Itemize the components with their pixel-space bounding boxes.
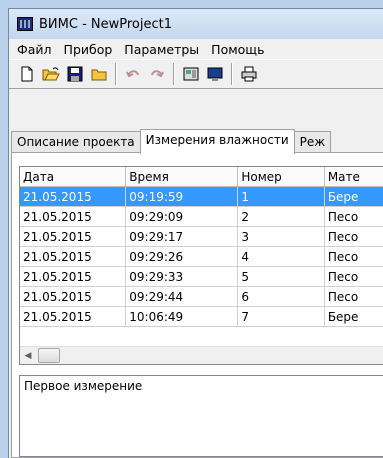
print-icon[interactable] <box>237 63 260 85</box>
cell-date: 21.05.2015 <box>20 226 127 247</box>
device-icon[interactable] <box>179 63 202 85</box>
horizontal-scrollbar[interactable]: ◀ <box>20 346 383 364</box>
tab-moisture-measurements[interactable]: Измерения влажности <box>139 129 295 154</box>
cell-time: 09:29:33 <box>125 266 239 287</box>
table: Дата Время Номер Мате 21.05.2015 09:19:5… <box>20 167 383 327</box>
cell-number: 1 <box>237 186 325 207</box>
table-row[interactable]: 21.05.2015 09:29:26 4 Песо <box>20 246 383 267</box>
cell-date: 21.05.2015 <box>20 306 127 327</box>
cell-number: 3 <box>237 226 325 247</box>
table-row[interactable]: 21.05.2015 09:29:17 3 Песо <box>20 226 383 247</box>
table-row[interactable]: 21.05.2015 09:29:33 5 Песо <box>20 266 383 287</box>
menu-device[interactable]: Прибор <box>58 42 119 57</box>
cell-time: 09:29:26 <box>125 246 239 267</box>
tab-project-description[interactable]: Описание проекта <box>11 131 141 153</box>
column-header-number[interactable]: Номер <box>237 167 325 187</box>
scrollbar-thumb[interactable] <box>38 348 60 363</box>
save-icon[interactable] <box>63 63 86 85</box>
notes-textarea[interactable]: Первое измерение <box>19 375 383 457</box>
cell-number: 4 <box>237 246 325 267</box>
cell-material: Песо <box>324 286 383 307</box>
open-icon[interactable] <box>39 63 62 85</box>
table-header-row: Дата Время Номер Мате <box>20 167 383 187</box>
cell-material: Бере <box>324 186 383 207</box>
toolbar <box>9 59 383 89</box>
app-icon <box>17 17 33 31</box>
cell-number: 6 <box>237 286 325 307</box>
cell-time: 09:19:59 <box>125 186 239 207</box>
cell-material: Песо <box>324 246 383 267</box>
measurements-table: Дата Время Номер Мате 21.05.2015 09:19:5… <box>19 166 383 365</box>
cell-time: 09:29:09 <box>125 206 239 227</box>
menu-bar: Файл Прибор Параметры Помощь <box>9 39 383 59</box>
cell-number: 5 <box>237 266 325 287</box>
menu-parameters[interactable]: Параметры <box>118 42 205 57</box>
column-header-material[interactable]: Мате <box>324 167 383 187</box>
toolbar-separator <box>231 63 233 85</box>
cell-date: 21.05.2015 <box>20 266 127 287</box>
menu-file[interactable]: Файл <box>11 42 58 57</box>
table-row[interactable]: 21.05.2015 10:06:49 7 Бере <box>20 306 383 327</box>
cell-date: 21.05.2015 <box>20 246 127 267</box>
cell-material: Песо <box>324 266 383 287</box>
cell-material: Песо <box>324 226 383 247</box>
cell-number: 2 <box>237 206 325 227</box>
tab-modes[interactable]: Реж <box>293 131 332 153</box>
cell-date: 21.05.2015 <box>20 286 127 307</box>
close-project-icon[interactable] <box>87 63 110 85</box>
cell-date: 21.05.2015 <box>20 186 127 207</box>
cell-date: 21.05.2015 <box>20 206 127 227</box>
cell-material: Бере <box>324 306 383 327</box>
new-icon[interactable] <box>15 63 38 85</box>
column-header-date[interactable]: Дата <box>20 167 127 187</box>
table-row[interactable]: 21.05.2015 09:19:59 1 Бере <box>20 186 383 207</box>
tab-strip: Описание проекта Измерения влажности Реж <box>11 129 332 154</box>
cell-material: Песо <box>324 206 383 227</box>
window-title: ВИМС - NewProject1 <box>39 16 172 32</box>
cell-time: 09:29:44 <box>125 286 239 307</box>
cell-time: 10:06:49 <box>125 306 239 327</box>
undo-icon[interactable] <box>121 63 144 85</box>
cell-time: 09:29:17 <box>125 226 239 247</box>
column-header-time[interactable]: Время <box>125 167 239 187</box>
toolbar-separator <box>173 63 175 85</box>
title-bar[interactable]: ВИМС - NewProject1 <box>9 9 383 39</box>
monitor-icon[interactable] <box>203 63 226 85</box>
menu-help[interactable]: Помощь <box>205 42 270 57</box>
scroll-left-icon[interactable]: ◀ <box>20 348 36 364</box>
table-row[interactable]: 21.05.2015 09:29:09 2 Песо <box>20 206 383 227</box>
table-row[interactable]: 21.05.2015 09:29:44 6 Песо <box>20 286 383 307</box>
cell-number: 7 <box>237 306 325 327</box>
toolbar-separator <box>115 63 117 85</box>
redo-icon[interactable] <box>145 63 168 85</box>
